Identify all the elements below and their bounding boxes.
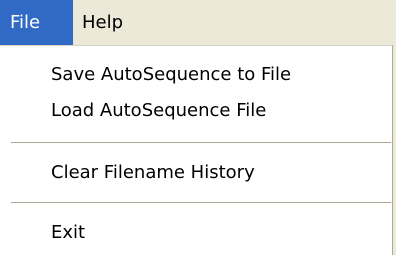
file-menu-dropdown: Save AutoSequence to File Load AutoSeque…: [0, 46, 393, 255]
menu-item-exit[interactable]: Exit: [1, 216, 393, 248]
application-window: File Help Save AutoSequence to File Load…: [0, 0, 396, 255]
menu-item-save-autosequence[interactable]: Save AutoSequence to File: [1, 58, 393, 90]
menu-item-load-autosequence[interactable]: Load AutoSequence File: [1, 94, 393, 126]
menu-bar: File Help: [0, 0, 396, 46]
menu-help[interactable]: Help: [73, 0, 133, 45]
dropdown-shadow-edge: [392, 45, 396, 255]
menu-separator: [11, 142, 391, 143]
menu-separator: [11, 202, 391, 203]
menu-item-clear-filename-history[interactable]: Clear Filename History: [1, 156, 393, 188]
menu-file[interactable]: File: [0, 0, 73, 45]
